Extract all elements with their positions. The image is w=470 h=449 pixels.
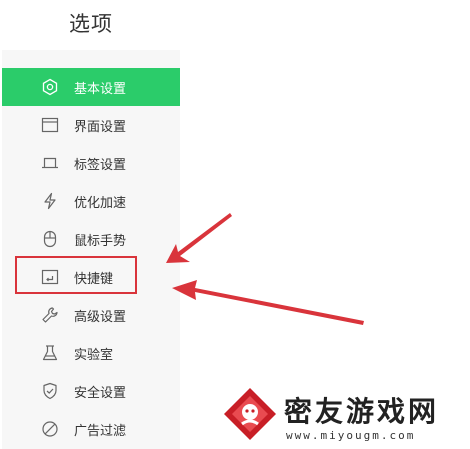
watermark: 密友游戏网 www.miyougm.com [218,384,470,449]
watermark-title: 密友游戏网 [284,395,440,428]
watermark-url: www.miyougm.com [286,429,416,442]
annotation-arrow-upper [166,213,232,263]
watermark-logo-icon [224,388,276,440]
annotation-arrows [166,213,364,325]
annotation-arrow-lower [172,280,364,325]
